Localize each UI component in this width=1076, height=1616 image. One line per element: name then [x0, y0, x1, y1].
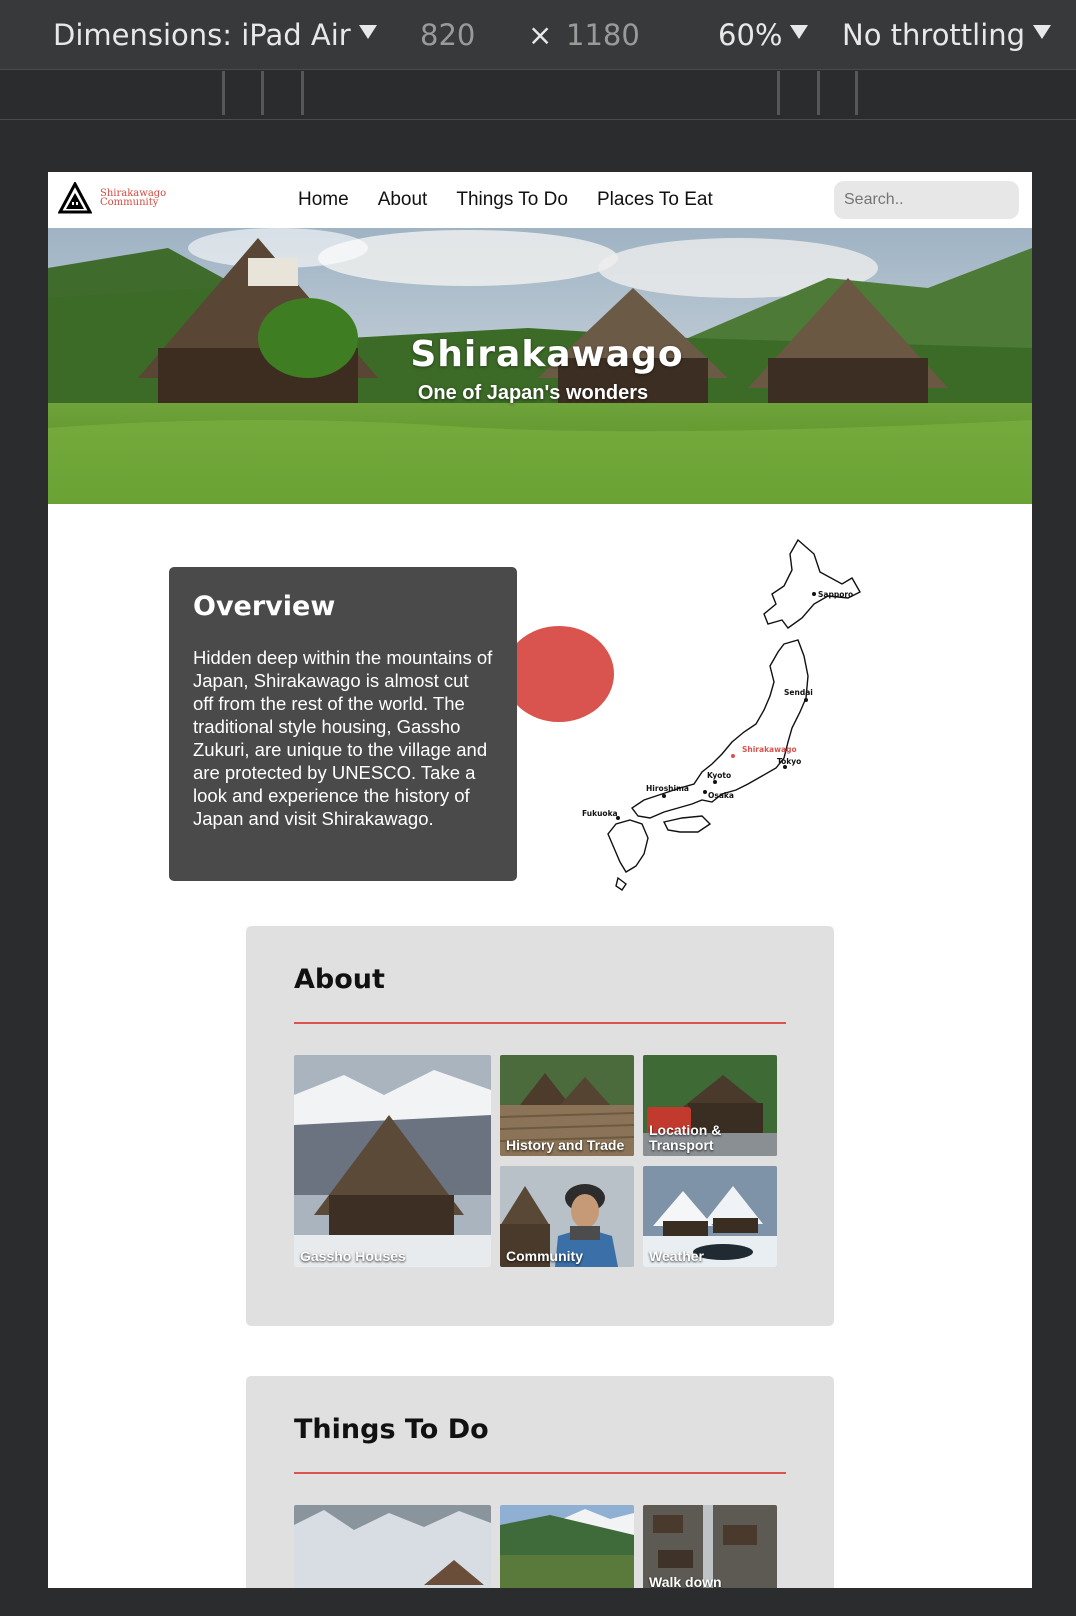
- map-label-sendai: Sendai: [784, 688, 813, 697]
- overview-heading: Overview: [193, 591, 336, 622]
- ruler-tick[interactable]: [301, 71, 304, 115]
- ruler-tick[interactable]: [855, 71, 858, 115]
- device-viewport: Shirakawago Community Home About Things …: [48, 172, 1032, 1588]
- tile-caption: Location & Transport: [649, 1122, 722, 1153]
- navbar: Shirakawago Community Home About Things …: [48, 172, 1032, 228]
- section-divider: [294, 1022, 786, 1024]
- tile-history-and-trade[interactable]: History and Trade: [500, 1055, 634, 1156]
- map-label-sapporo: Sapporo: [818, 590, 853, 599]
- nav-link-places-to-eat[interactable]: Places To Eat: [597, 189, 713, 211]
- device-dimensions-select[interactable]: Dimensions: iPad Air: [53, 18, 377, 52]
- tile-caption: Community: [506, 1248, 583, 1264]
- ruler-tick[interactable]: [777, 71, 780, 115]
- section-divider: [294, 1472, 786, 1474]
- nav-link-home[interactable]: Home: [298, 189, 349, 211]
- map-dot-hiroshima: [662, 794, 666, 798]
- chevron-down-icon: [1033, 25, 1052, 39]
- throttling-label: No throttling: [842, 18, 1026, 52]
- things-to-do-heading: Things To Do: [294, 1414, 489, 1445]
- nav-link-things-to-do[interactable]: Things To Do: [456, 189, 568, 211]
- ruler-tick[interactable]: [261, 71, 264, 115]
- map-label-kyoto: Kyoto: [707, 771, 731, 780]
- tile-weather[interactable]: Weather: [643, 1166, 777, 1267]
- chevron-down-icon: [790, 25, 809, 39]
- tile-gassho-houses[interactable]: Gassho Houses: [294, 1055, 491, 1267]
- overview-body: Hidden deep within the mountains of Japa…: [193, 647, 493, 829]
- japan-map: Sapporo Sendai Shirakawago Tokyo Kyoto O…: [582, 538, 861, 891]
- height-input[interactable]: 1180: [566, 18, 640, 52]
- map-label-tokyo: Tokyo: [777, 757, 801, 766]
- tile-caption: Weather: [649, 1248, 704, 1264]
- map-dot-sendai: [804, 698, 808, 702]
- ruler-tick[interactable]: [817, 71, 820, 115]
- tile-caption: Walk down: [649, 1574, 722, 1589]
- map-dot-osaka: [703, 790, 707, 794]
- ruler-tick[interactable]: [222, 71, 225, 115]
- device-label: Dimensions: iPad Air: [53, 18, 351, 52]
- devtools-toolbar: Dimensions: iPad Air 820 × 1180 60% No t…: [0, 0, 1076, 70]
- tile-things-1[interactable]: [294, 1505, 491, 1588]
- map-label-osaka: Osaka: [708, 791, 734, 800]
- map-dot-shirakawago: [731, 754, 735, 758]
- brand-line-2: Community: [100, 197, 159, 208]
- map-dot-kyoto: [713, 780, 717, 784]
- overview-card: Overview Hidden deep within the mountain…: [169, 567, 517, 881]
- width-input[interactable]: 820: [420, 18, 475, 52]
- map-dot-sapporo: [812, 592, 816, 596]
- hero-title: Shirakawago: [410, 334, 684, 375]
- throttling-select[interactable]: No throttling: [842, 18, 1052, 52]
- map-label-hiroshima: Hiroshima: [646, 784, 689, 793]
- brand-name[interactable]: Shirakawago Community: [100, 189, 166, 208]
- tile-community[interactable]: Community: [500, 1166, 634, 1267]
- tile-caption: History and Trade: [506, 1137, 625, 1153]
- media-query-ruler: [0, 71, 1076, 120]
- chevron-down-icon: [358, 25, 377, 39]
- logo-icon[interactable]: [58, 182, 92, 214]
- hero-banner: Shirakawago One of Japan's wonders: [48, 228, 1032, 504]
- nav-links: Home About Things To Do Places To Eat: [298, 189, 713, 211]
- tile-caption: Gassho Houses: [300, 1248, 406, 1264]
- zoom-select[interactable]: 60%: [718, 18, 809, 52]
- zoom-label: 60%: [718, 18, 783, 52]
- about-heading: About: [294, 964, 385, 995]
- snowy-forest-image: [294, 1505, 491, 1588]
- tile-walk-down[interactable]: Walk down: [643, 1505, 777, 1588]
- map-label-shirakawago: Shirakawago: [742, 745, 797, 754]
- gassho-houses-image: [294, 1055, 491, 1267]
- valley-view-image: [500, 1505, 634, 1588]
- times-icon: ×: [528, 18, 553, 52]
- nav-link-about[interactable]: About: [378, 189, 428, 211]
- tile-things-2[interactable]: [500, 1505, 634, 1588]
- tile-location-transport[interactable]: Location & Transport: [643, 1055, 777, 1156]
- about-section: About Gassho Houses History and Trade Lo…: [246, 926, 834, 1326]
- hero-subtitle: One of Japan's wonders: [417, 382, 649, 404]
- map-label-fukuoka: Fukuoka: [582, 809, 618, 818]
- things-to-do-section: Things To Do Walk down: [246, 1376, 834, 1588]
- search-input[interactable]: [834, 181, 1019, 219]
